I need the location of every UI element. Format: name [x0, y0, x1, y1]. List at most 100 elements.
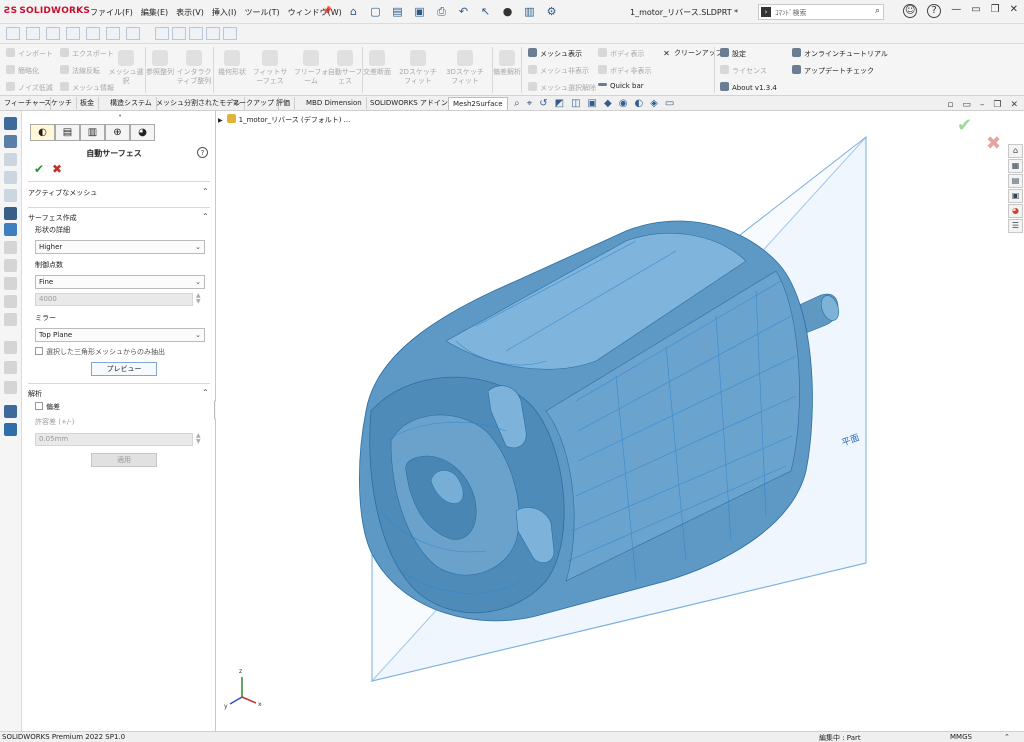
section-view-icon[interactable]: ◩ [555, 98, 564, 109]
model-canvas[interactable]: 平面 z x y [216, 111, 1024, 731]
spin-arrows-icon[interactable]: ▲ ▼ [196, 433, 201, 445]
only-selected-checkbox[interactable]: 選択した三角形メッシュからのみ抽出 [35, 347, 165, 357]
unit-system[interactable]: MMGS [950, 733, 972, 741]
graphics-viewport[interactable]: ▶ 1_motor_リバース (デフォルト) ... 平面 z x y ⌕ ⌖ … [216, 98, 1024, 731]
toolbar-button-icon[interactable] [155, 27, 169, 40]
zoom-to-fit-icon[interactable]: ⌕ [514, 98, 520, 109]
design-library-icon[interactable]: ▦ [1008, 159, 1023, 173]
deviation-checkbox[interactable]: 偏差 [35, 402, 60, 412]
cross-section-button[interactable]: 交差断面 [357, 48, 397, 77]
tool-icon[interactable] [4, 405, 17, 418]
undo-icon[interactable]: ↶ [455, 3, 472, 20]
viewport-tile-icon[interactable]: ▭ [962, 100, 971, 110]
deselect-mesh-button[interactable]: メッシュ選択解除 [528, 82, 596, 93]
pin-icon[interactable]: 📌 [322, 6, 332, 15]
control-points-select[interactable]: Fine ⌄ [35, 275, 205, 289]
menu-insert[interactable]: 挿入(I) [212, 7, 237, 18]
toolbar-button-icon[interactable] [46, 27, 60, 40]
restore-icon[interactable]: ❐ [991, 4, 1000, 18]
geometry-button[interactable]: 幾何形状 [212, 48, 252, 77]
surface-creation-section-title[interactable]: サーフェス作成 [28, 213, 77, 223]
collapse-chevron-icon[interactable]: ⌃ [202, 388, 209, 397]
hide-mesh-button[interactable]: メッシュ非表示 [528, 65, 589, 76]
dimxpert-tab-icon[interactable]: ⊕ [105, 124, 130, 141]
collapse-chevron-icon[interactable]: ⌃ [202, 212, 209, 221]
tool-icon[interactable] [4, 381, 17, 394]
view-orientation-icon[interactable]: ▣ [588, 98, 597, 109]
toolbar-button-icon[interactable] [189, 27, 203, 40]
show-body-button[interactable]: ボディ表示 [598, 48, 645, 59]
tab-structure-system[interactable]: 構造システム [106, 97, 157, 110]
menu-edit[interactable]: 編集(E) [141, 7, 168, 18]
analysis-section-title[interactable]: 解析 [28, 389, 42, 399]
file-explorer-icon[interactable]: ▤ [1008, 174, 1023, 188]
quick-bar-button[interactable]: Quick bar [598, 82, 644, 90]
hide-body-button[interactable]: ボディ非表示 [598, 65, 652, 76]
toolbar-button-icon[interactable] [26, 27, 40, 40]
view-settings-icon[interactable]: ▭ [665, 98, 674, 109]
file-properties-icon[interactable]: ▥ [521, 3, 538, 20]
toolbar-button-icon[interactable] [66, 27, 80, 40]
update-check-button[interactable]: アップデートチェック [792, 65, 874, 76]
control-points-number-input[interactable]: 4000 [35, 293, 193, 306]
noise-reduction-button[interactable]: ノイズ低減 [6, 82, 53, 93]
custom-properties-icon[interactable]: ☰ [1008, 219, 1023, 233]
command-search-input[interactable]: › ｺﾏﾝﾄﾞ検索 ⌕ [758, 4, 884, 20]
home-icon[interactable]: ⌂ [1008, 144, 1023, 158]
tool-icon[interactable] [4, 223, 17, 236]
ok-check-icon[interactable]: ✔ [34, 162, 44, 176]
menu-tools[interactable]: ツール(T) [244, 7, 279, 18]
tab-sketch[interactable]: スケッチ [40, 97, 77, 110]
import-button[interactable]: インポート [6, 48, 53, 59]
tool-icon[interactable] [4, 135, 17, 148]
property-manager-tab-icon[interactable]: ▤ [55, 124, 80, 141]
tool-icon[interactable] [4, 241, 17, 254]
tab-sheet-metal[interactable]: 板金 [76, 97, 99, 110]
spin-arrows-icon[interactable]: ▲ ▼ [196, 293, 201, 305]
tool-icon[interactable] [4, 207, 17, 220]
cancel-x-icon[interactable]: ✖ [52, 162, 62, 176]
about-button[interactable]: About v1.3.4 [720, 82, 777, 92]
interactive-align-button[interactable]: インタラクティブ整列 [174, 48, 214, 86]
appearances-icon[interactable]: ◕ [1008, 204, 1023, 218]
feature-manager-tab-icon[interactable]: ◐ [30, 124, 55, 141]
tool-icon[interactable] [4, 313, 17, 326]
open-icon[interactable]: ▤ [389, 3, 406, 20]
panel-resize-dot[interactable]: • [118, 112, 122, 120]
tab-mbd-dimension[interactable]: MBD Dimension [302, 97, 367, 110]
tile-window-icon[interactable]: ▭ [971, 4, 980, 18]
tab-solidworks-addins[interactable]: SOLIDWORKS アドイン [366, 97, 453, 110]
previous-view-icon[interactable]: ↺ [539, 98, 547, 109]
print-icon[interactable]: ⎙ [433, 3, 450, 20]
traffic-light-icon[interactable]: ● [499, 3, 516, 20]
tool-icon[interactable] [4, 423, 17, 436]
show-mesh-button[interactable]: メッシュ表示 [528, 48, 582, 59]
tool-icon[interactable] [4, 259, 17, 272]
confirmation-ok-icon[interactable]: ✔ [957, 115, 972, 136]
unit-dropdown-icon[interactable]: ⌃ [1004, 733, 1010, 741]
viewport-maximize-icon[interactable]: ❐ [993, 100, 1001, 110]
online-tutorial-button[interactable]: オンラインチュートリアル [792, 48, 888, 59]
tab-evaluate[interactable]: 評価 [272, 97, 295, 110]
menu-view[interactable]: 表示(V) [176, 7, 204, 18]
help-icon[interactable]: ? [927, 4, 942, 18]
close-icon[interactable]: ✕ [1010, 4, 1018, 18]
flip-normals-button[interactable]: 法線反転 [60, 65, 100, 76]
toolbar-button-icon[interactable] [223, 27, 237, 40]
toolbar-button-icon[interactable] [106, 27, 120, 40]
tool-icon[interactable] [4, 341, 17, 354]
tool-icon[interactable] [4, 361, 17, 374]
active-mesh-section-title[interactable]: アクティブなメッシュ [28, 188, 97, 198]
solidworks-logo[interactable]: ƧS SOLIDWORKS [4, 6, 90, 16]
minimize-icon[interactable]: — [951, 4, 961, 18]
viewport-restore-icon[interactable]: ▫ [947, 100, 953, 110]
toolbar-button-icon[interactable] [172, 27, 186, 40]
user-account-icon[interactable]: ☺ [903, 4, 918, 18]
settings-button[interactable]: 設定 [720, 48, 746, 59]
license-button[interactable]: ライセンス [720, 65, 767, 76]
toolbar-button-icon[interactable] [206, 27, 220, 40]
viewport-minimize-icon[interactable]: – [980, 100, 985, 110]
menu-window[interactable]: ウィンドウ(W) [288, 7, 342, 18]
toolbar-button-icon[interactable] [86, 27, 100, 40]
home-icon[interactable]: ⌂ [345, 3, 362, 20]
